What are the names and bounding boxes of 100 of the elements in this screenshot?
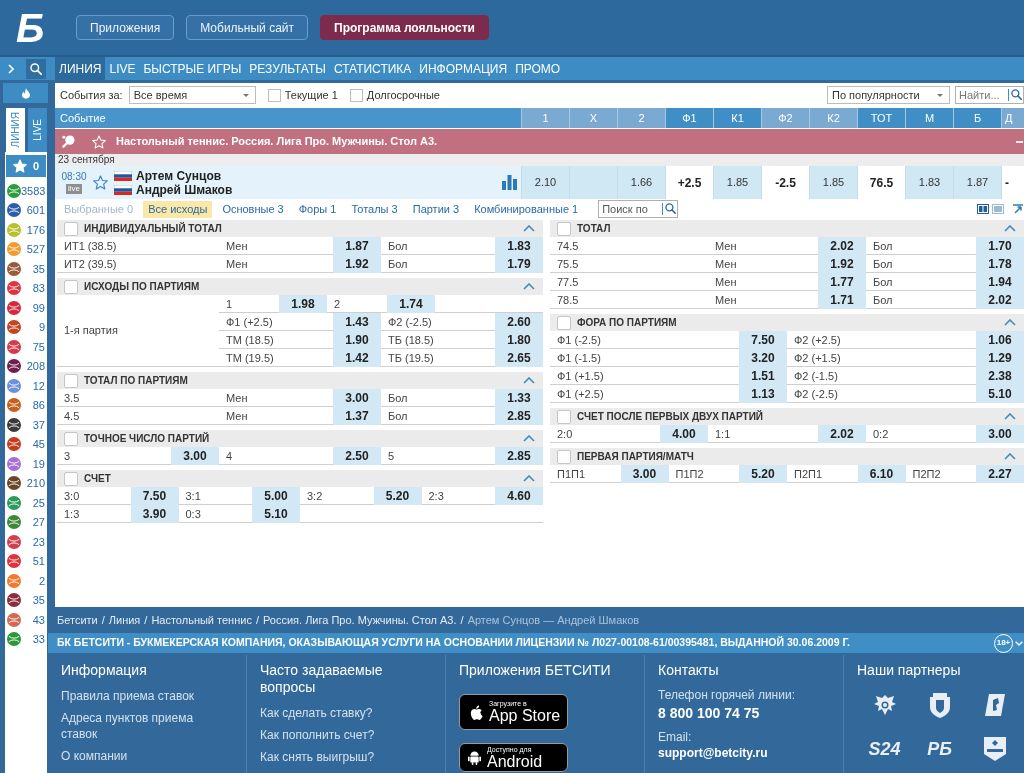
- sport-item[interactable]: 210: [5, 473, 47, 493]
- nav-tab[interactable]: LIVE: [105, 57, 140, 80]
- chevron-up-icon[interactable]: [523, 475, 535, 482]
- sport-item[interactable]: 99: [5, 298, 47, 318]
- market-tab[interactable]: Партии 3: [407, 200, 465, 218]
- odds-button[interactable]: 1.92: [818, 255, 866, 273]
- nav-tab[interactable]: СТАТИСТИКА: [329, 57, 416, 80]
- odds-button[interactable]: 1.79: [495, 255, 543, 273]
- team-name[interactable]: Андрей Шмаков: [136, 182, 233, 197]
- sport-item[interactable]: 75: [5, 337, 47, 357]
- odds-button[interactable]: 1.98: [278, 295, 327, 313]
- side-tab[interactable]: LIVE: [28, 108, 47, 152]
- odds-button[interactable]: 5.10: [252, 505, 300, 523]
- hot-button[interactable]: [3, 83, 48, 103]
- odds-cell[interactable]: 1.83: [905, 166, 953, 199]
- header-button[interactable]: Программа лояльности: [320, 15, 489, 40]
- breadcrumb-link[interactable]: Линия: [108, 612, 141, 629]
- minus-icon[interactable]: [1016, 140, 1023, 143]
- sport-item[interactable]: 23: [5, 532, 47, 552]
- odds-button[interactable]: 1.78: [976, 255, 1024, 273]
- checkbox[interactable]: [64, 431, 78, 446]
- sport-item[interactable]: 83: [5, 278, 47, 298]
- odds-button[interactable]: 1.70: [976, 237, 1024, 255]
- logo[interactable]: Б: [16, 7, 58, 48]
- sport-item[interactable]: 25: [5, 493, 47, 513]
- two-column-icon[interactable]: [977, 204, 989, 214]
- checkbox[interactable]: [64, 221, 78, 236]
- odds-cell[interactable]: 2.10: [521, 166, 569, 199]
- odds-button[interactable]: 2.27: [976, 465, 1024, 483]
- sport-item[interactable]: 9: [5, 317, 47, 337]
- breadcrumb-link[interactable]: Настольный теннис: [151, 612, 252, 629]
- odds-button[interactable]: 5.20: [739, 465, 787, 483]
- email-link[interactable]: support@betcity.ru: [658, 745, 843, 762]
- odds-button[interactable]: 1.51: [739, 367, 787, 385]
- checkbox[interactable]: [64, 373, 78, 388]
- odds-button[interactable]: 2.50: [333, 447, 381, 465]
- odds-button[interactable]: 5.10: [976, 385, 1024, 403]
- chevron-up-icon[interactable]: [523, 283, 535, 290]
- odds-button[interactable]: 2.02: [976, 291, 1024, 309]
- market-tab[interactable]: Комбинированные 1: [469, 200, 584, 218]
- odds-button[interactable]: 1.06: [976, 331, 1024, 349]
- market-tab[interactable]: Все исходы: [143, 200, 213, 218]
- market-tab[interactable]: Тоталы 3: [346, 200, 403, 218]
- odds-button[interactable]: 3.20: [739, 349, 787, 367]
- footer-link[interactable]: Как пополнить счет?: [260, 727, 410, 743]
- chevron-up-icon[interactable]: [1004, 319, 1016, 326]
- odds-button[interactable]: 1.74: [386, 295, 435, 313]
- odds-button[interactable]: 3.00: [171, 447, 219, 465]
- odds-button[interactable]: 3.00: [333, 389, 381, 407]
- odds-button[interactable]: 1.29: [976, 349, 1024, 367]
- search-button[interactable]: [26, 58, 46, 79]
- chevron-up-icon[interactable]: [523, 377, 535, 384]
- odds-cell[interactable]: 1.87: [953, 166, 1001, 199]
- sport-item[interactable]: 35: [5, 259, 47, 279]
- checkbox[interactable]: [349, 88, 363, 102]
- chevron-down-icon[interactable]: [1015, 640, 1023, 646]
- sport-item[interactable]: 27: [5, 512, 47, 532]
- sort-select[interactable]: По популярности: [827, 86, 950, 104]
- side-tab[interactable]: ЛИНИЯ: [6, 108, 25, 152]
- sport-item[interactable]: 37: [5, 415, 47, 435]
- odds-button[interactable]: 1.37: [333, 407, 381, 425]
- odds-button[interactable]: 2.02: [818, 237, 866, 255]
- footer-link[interactable]: О компании: [61, 748, 211, 764]
- chevron-up-icon[interactable]: [523, 225, 535, 232]
- breadcrumb-link[interactable]: Россия. Лига Про. Мужчины. Стол А3.: [262, 612, 457, 629]
- odds-button[interactable]: 4.00: [660, 425, 708, 443]
- sport-item[interactable]: 19: [5, 454, 47, 474]
- odds-button[interactable]: 4.60: [495, 487, 543, 505]
- sport-item[interactable]: 3583: [5, 181, 47, 201]
- odds-button[interactable]: 2.85: [495, 407, 543, 425]
- odds-button[interactable]: 1.92: [333, 255, 381, 273]
- search-field[interactable]: Найти...: [955, 86, 1024, 104]
- odds-button[interactable]: 5.00: [252, 487, 300, 505]
- nav-tab[interactable]: ПРОМО: [511, 57, 565, 80]
- sport-item[interactable]: 2: [5, 571, 47, 591]
- footer-link[interactable]: Как снять выигрыш?: [260, 749, 410, 765]
- market-tab[interactable]: Форы 1: [293, 200, 342, 218]
- odds-button[interactable]: 1.42: [332, 349, 381, 367]
- phone-number[interactable]: 8 800 100 74 75: [658, 704, 843, 723]
- odds-button[interactable]: 2.02: [818, 425, 866, 443]
- sport-item[interactable]: 45: [5, 434, 47, 454]
- checkbox[interactable]: [64, 471, 78, 486]
- bar-chart-icon[interactable]: [502, 175, 517, 190]
- odds-button[interactable]: 1.71: [818, 291, 866, 309]
- chevron-up-icon[interactable]: [523, 435, 535, 442]
- odds-button[interactable]: 1.87: [333, 237, 381, 255]
- favorites-button[interactable]: 0: [6, 155, 46, 177]
- period-select[interactable]: Все время: [128, 86, 256, 104]
- sport-item[interactable]: 527: [5, 239, 47, 259]
- odds-button[interactable]: 2.60: [494, 313, 543, 331]
- footer-link[interactable]: Адреса пунктов приема ставок: [61, 710, 211, 742]
- star-icon[interactable]: [93, 175, 108, 190]
- odds-button[interactable]: 1.43: [332, 313, 381, 331]
- nav-tab[interactable]: ИНФОРМАЦИЯ: [415, 57, 512, 80]
- odds-button[interactable]: 2.65: [494, 349, 543, 367]
- odds-button[interactable]: 5.20: [373, 487, 422, 505]
- nav-tab[interactable]: РЕЗУЛЬТАТЫ: [245, 57, 330, 80]
- sport-item[interactable]: 86: [5, 395, 47, 415]
- odds-button[interactable]: 1.80: [494, 331, 543, 349]
- footer-link[interactable]: Правила приема ставок: [61, 688, 211, 704]
